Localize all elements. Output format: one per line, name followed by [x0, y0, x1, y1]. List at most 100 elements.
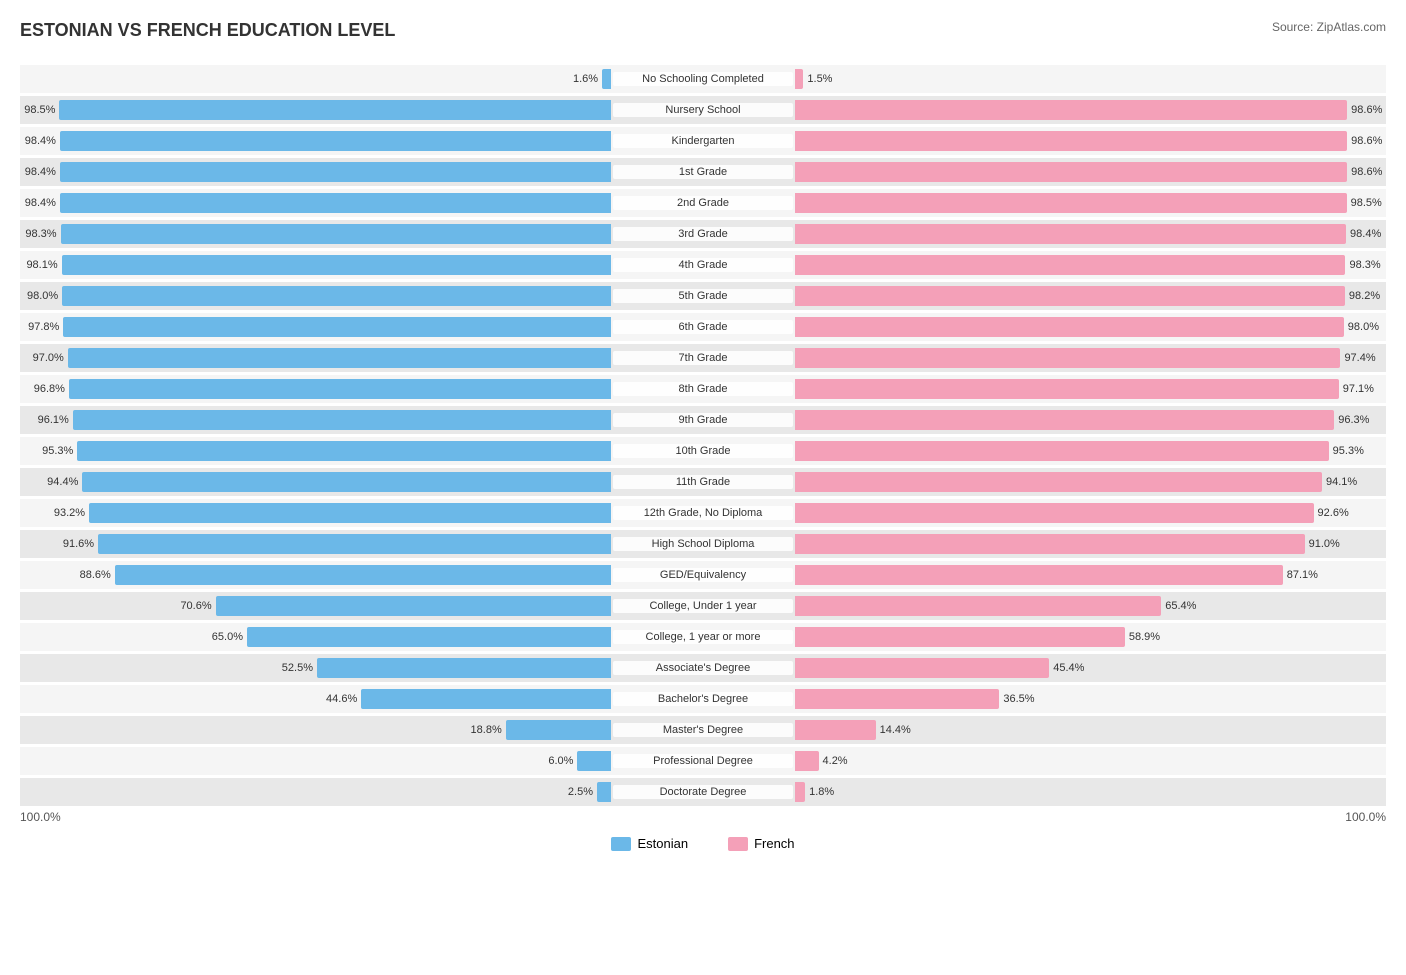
right-side: 58.9% [793, 623, 1386, 651]
bar-wrapper: 6.0% Professional Degree 4.2% [20, 747, 1386, 775]
left-side: 97.0% [20, 344, 613, 372]
row-label: College, 1 year or more [613, 630, 793, 644]
bar-estonian [98, 534, 611, 554]
left-value: 70.6% [180, 600, 211, 612]
row-label: 6th Grade [613, 320, 793, 334]
chart-source: Source: ZipAtlas.com [1272, 20, 1386, 34]
bar-wrapper: 88.6% GED/Equivalency 87.1% [20, 561, 1386, 589]
right-value: 95.3% [1333, 445, 1364, 457]
bar-estonian [62, 255, 611, 275]
bar-estonian [89, 503, 611, 523]
left-side: 91.6% [20, 530, 613, 558]
bar-french [795, 751, 819, 771]
bar-row: 18.8% Master's Degree 14.4% [20, 716, 1386, 744]
bar-estonian [317, 658, 611, 678]
legend-estonian-label: Estonian [637, 836, 688, 851]
left-value: 18.8% [471, 724, 502, 736]
bar-row: 97.0% 7th Grade 97.4% [20, 344, 1386, 372]
left-value: 98.0% [27, 290, 58, 302]
bar-row: 91.6% High School Diploma 91.0% [20, 530, 1386, 558]
left-side: 95.3% [20, 437, 613, 465]
bar-wrapper: 65.0% College, 1 year or more 58.9% [20, 623, 1386, 651]
left-value: 97.8% [28, 321, 59, 333]
bar-estonian [597, 782, 611, 802]
bar-wrapper: 93.2% 12th Grade, No Diploma 92.6% [20, 499, 1386, 527]
right-side: 92.6% [793, 499, 1386, 527]
bar-wrapper: 18.8% Master's Degree 14.4% [20, 716, 1386, 744]
bar-estonian [361, 689, 611, 709]
bar-estonian [62, 286, 611, 306]
left-side: 97.8% [20, 313, 613, 341]
left-side: 18.8% [20, 716, 613, 744]
bar-row: 2.5% Doctorate Degree 1.8% [20, 778, 1386, 806]
bar-row: 98.5% Nursery School 98.6% [20, 96, 1386, 124]
right-value: 45.4% [1053, 662, 1084, 674]
row-label: 7th Grade [613, 351, 793, 365]
bar-row: 70.6% College, Under 1 year 65.4% [20, 592, 1386, 620]
left-side: 52.5% [20, 654, 613, 682]
right-side: 98.3% [793, 251, 1386, 279]
bar-estonian [73, 410, 611, 430]
legend-french-label: French [754, 836, 794, 851]
right-side: 98.6% [793, 127, 1386, 155]
row-label: Bachelor's Degree [613, 692, 793, 706]
left-value: 91.6% [63, 538, 94, 550]
bar-french [795, 379, 1339, 399]
bar-french [795, 472, 1322, 492]
left-value: 98.3% [25, 228, 56, 240]
bar-estonian [63, 317, 611, 337]
bar-wrapper: 95.3% 10th Grade 95.3% [20, 437, 1386, 465]
bar-french [795, 410, 1334, 430]
bar-row: 98.4% 1st Grade 98.6% [20, 158, 1386, 186]
left-side: 1.6% [20, 65, 613, 93]
right-side: 98.6% [793, 158, 1386, 186]
left-value: 98.4% [25, 135, 56, 147]
right-side: 4.2% [793, 747, 1386, 775]
left-side: 88.6% [20, 561, 613, 589]
row-label: 3rd Grade [613, 227, 793, 241]
right-side: 91.0% [793, 530, 1386, 558]
row-label: 10th Grade [613, 444, 793, 458]
axis-right-label: 100.0% [1345, 810, 1386, 824]
bar-wrapper: 2.5% Doctorate Degree 1.8% [20, 778, 1386, 806]
left-side: 98.4% [20, 127, 613, 155]
row-label: Nursery School [613, 103, 793, 117]
left-side: 96.8% [20, 375, 613, 403]
bar-french [795, 69, 803, 89]
right-value: 96.3% [1338, 414, 1369, 426]
legend-french: French [728, 836, 794, 851]
left-value: 98.4% [25, 197, 56, 209]
bar-row: 65.0% College, 1 year or more 58.9% [20, 623, 1386, 651]
bar-french [795, 689, 999, 709]
left-value: 65.0% [212, 631, 243, 643]
bar-row: 98.1% 4th Grade 98.3% [20, 251, 1386, 279]
bar-row: 52.5% Associate's Degree 45.4% [20, 654, 1386, 682]
right-side: 98.2% [793, 282, 1386, 310]
right-value: 98.6% [1351, 104, 1382, 116]
bar-french [795, 348, 1340, 368]
legend-french-box [728, 837, 748, 851]
right-value: 98.6% [1351, 166, 1382, 178]
bar-row: 6.0% Professional Degree 4.2% [20, 747, 1386, 775]
bar-wrapper: 98.1% 4th Grade 98.3% [20, 251, 1386, 279]
bar-estonian [82, 472, 611, 492]
left-side: 98.0% [20, 282, 613, 310]
right-value: 91.0% [1309, 538, 1340, 550]
left-side: 98.4% [20, 158, 613, 186]
bar-wrapper: 70.6% College, Under 1 year 65.4% [20, 592, 1386, 620]
left-value: 98.1% [26, 259, 57, 271]
left-side: 2.5% [20, 778, 613, 806]
row-label: Associate's Degree [613, 661, 793, 675]
left-side: 44.6% [20, 685, 613, 713]
bar-french [795, 658, 1049, 678]
right-value: 4.2% [823, 755, 848, 767]
bar-wrapper: 1.6% No Schooling Completed 1.5% [20, 65, 1386, 93]
bar-estonian [59, 100, 611, 120]
right-value: 94.1% [1326, 476, 1357, 488]
right-value: 36.5% [1003, 693, 1034, 705]
right-value: 98.3% [1349, 259, 1380, 271]
bar-estonian [60, 193, 611, 213]
right-value: 98.2% [1349, 290, 1380, 302]
bar-french [795, 193, 1347, 213]
bar-french [795, 596, 1161, 616]
